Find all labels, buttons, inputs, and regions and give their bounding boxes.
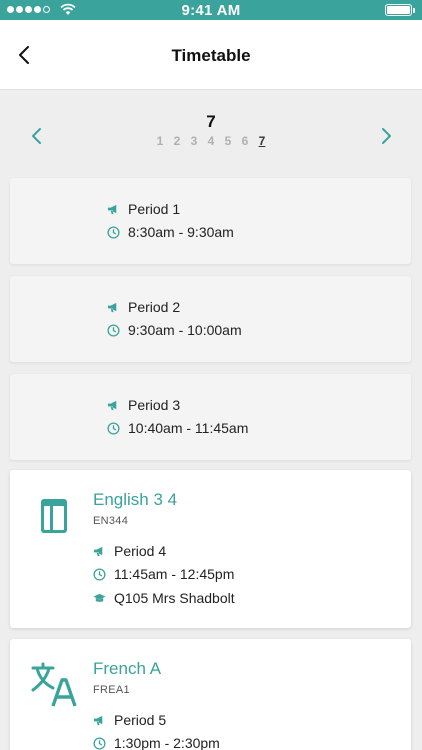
day-option-2[interactable]: 2 bbox=[173, 134, 182, 148]
day-selector: 7 1 2 3 4 5 6 7 bbox=[0, 90, 422, 178]
day-option-1[interactable]: 1 bbox=[156, 134, 165, 148]
clock-icon bbox=[107, 323, 120, 337]
clock-icon bbox=[93, 567, 106, 581]
period-label: Period 4 bbox=[114, 543, 167, 559]
megaphone-icon bbox=[93, 715, 103, 725]
day-option-3[interactable]: 3 bbox=[190, 134, 199, 148]
day-option-6[interactable]: 6 bbox=[241, 134, 250, 148]
status-time: 9:41 AM bbox=[181, 2, 241, 19]
current-day: 7 bbox=[206, 112, 216, 131]
day-option-5[interactable]: 5 bbox=[224, 134, 233, 148]
period-label: Period 5 bbox=[114, 712, 167, 728]
battery-icon bbox=[385, 4, 415, 16]
period-card-3: Period 3 10:40am - 11:45am bbox=[10, 374, 411, 460]
period-time: 10:40am - 11:45am bbox=[128, 420, 249, 436]
subject-name: English 3 4 bbox=[93, 490, 178, 509]
lesson-card-french[interactable]: French A FREA1 Period 5 1:30pm - 2:30pm bbox=[10, 639, 411, 750]
subject-code: FREA1 bbox=[93, 684, 130, 696]
clock-icon bbox=[107, 421, 120, 435]
period-label: Period 3 bbox=[128, 397, 181, 413]
period-label: Period 2 bbox=[128, 299, 181, 315]
translate-icon bbox=[31, 662, 77, 707]
period-time: 9:30am - 10:00am bbox=[128, 322, 242, 338]
period-time: 1:30pm - 2:30pm bbox=[114, 735, 220, 750]
chevron-right-icon bbox=[382, 128, 391, 144]
megaphone-icon bbox=[107, 400, 117, 410]
subject-code: EN344 bbox=[93, 515, 129, 527]
day-option-4[interactable]: 4 bbox=[207, 134, 216, 148]
book-icon bbox=[41, 499, 67, 533]
megaphone-icon bbox=[107, 302, 117, 312]
graduation-cap-icon bbox=[93, 593, 106, 602]
period-card-1: Period 1 8:30am - 9:30am bbox=[10, 178, 411, 264]
period-card-2: Period 2 9:30am - 10:00am bbox=[10, 276, 411, 362]
day-option-7[interactable]: 7 bbox=[258, 134, 267, 148]
megaphone-icon bbox=[93, 546, 103, 556]
status-bar: 9:41 AM bbox=[0, 0, 422, 20]
subject-name: French A bbox=[93, 659, 162, 678]
clock-icon bbox=[107, 225, 120, 239]
megaphone-icon bbox=[107, 204, 117, 214]
period-time: 11:45am - 12:45pm bbox=[114, 566, 235, 582]
nav-bar: Timetable bbox=[0, 20, 422, 90]
room-teacher: Q105 Mrs Shadbolt bbox=[114, 590, 235, 606]
page-title: Timetable bbox=[171, 46, 251, 65]
period-time: 8:30am - 9:30am bbox=[128, 224, 234, 240]
clock-icon bbox=[93, 736, 106, 750]
day-list: 1 2 3 4 5 6 7 bbox=[0, 134, 422, 148]
next-day-button[interactable] bbox=[374, 124, 398, 148]
period-label: Period 1 bbox=[128, 201, 181, 217]
lesson-card-english[interactable]: English 3 4 EN344 Period 4 11:45am - 12:… bbox=[10, 470, 411, 628]
